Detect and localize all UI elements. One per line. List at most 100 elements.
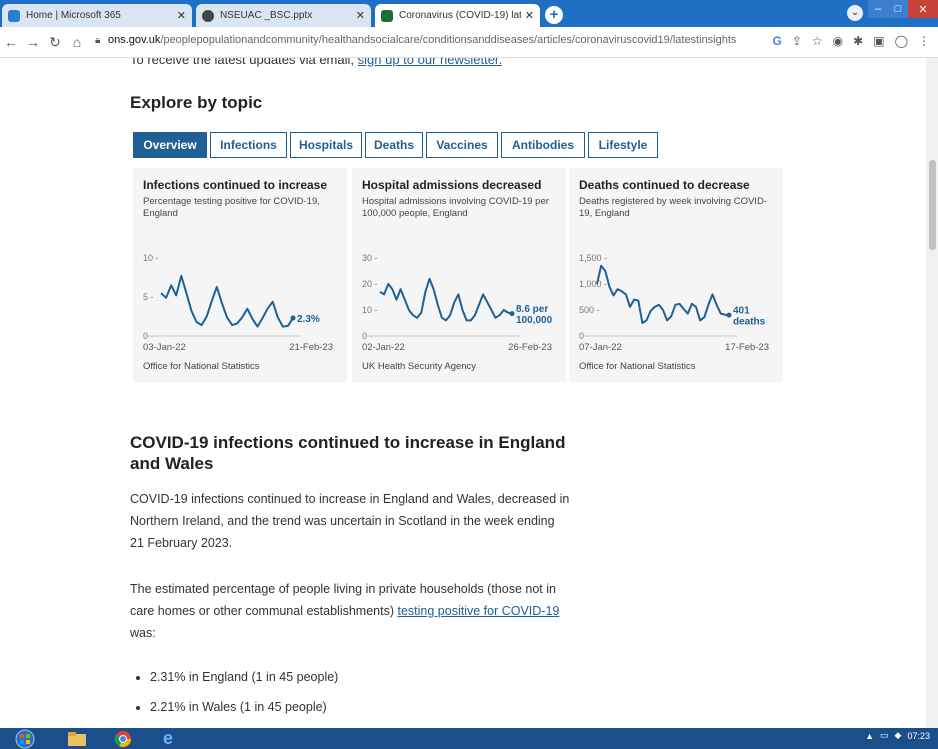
- series-line: [379, 277, 513, 322]
- data-label: 8.6 per: [516, 304, 548, 315]
- browser-tab-strip: Home | Microsoft 365 ✕ NSEUAC _BSC.pptx …: [0, 0, 938, 27]
- newsletter-link[interactable]: sign up to our newsletter.: [358, 58, 503, 67]
- explore-heading: Explore by topic: [130, 93, 263, 112]
- forward-arrow-icon[interactable]: →: [22, 34, 44, 50]
- system-tray: ▲ ▭ ◆ 07:23: [865, 730, 930, 741]
- x-tick-label: 07-Jan-22: [579, 342, 622, 353]
- scrollbar[interactable]: [926, 58, 938, 728]
- close-tab-icon[interactable]: ✕: [356, 9, 365, 22]
- testing-positive-link[interactable]: testing positive for COVID-19: [397, 604, 559, 618]
- y-tick-label: 20 -: [362, 279, 378, 289]
- paragraph-1: COVID-19 infections continued to increas…: [130, 492, 570, 550]
- maximize-button[interactable]: □: [888, 0, 908, 18]
- profile-icon[interactable]: ◯: [895, 34, 908, 48]
- y-tick-label: 1,000 -: [579, 279, 607, 289]
- list-item: 2.31% in England (1 in 45 people): [150, 665, 338, 695]
- paragraph-2: The estimated percentage of people livin…: [130, 578, 570, 644]
- section-heading: COVID-19 infections continued to increas…: [130, 433, 566, 473]
- address-bar[interactable]: ons.gov.uk/peoplepopulationandcommunity/…: [108, 34, 736, 46]
- newsletter-text: To receive the latest updates via email,: [130, 58, 358, 67]
- tab-overview[interactable]: Overview: [133, 132, 207, 158]
- infections-chart: 0 -5 -10 -03-Jan-22 21-Feb-232.3%: [143, 253, 333, 353]
- data-label: 100,000: [516, 315, 553, 326]
- x-tick-label: 26-Feb-23: [508, 342, 552, 353]
- card-subtitle: Hospital admissions involving COVID-19 p…: [362, 196, 549, 219]
- browser-tab-title: Coronavirus (COVID-19) latest in: [399, 10, 521, 21]
- clock[interactable]: 07:23: [907, 731, 930, 741]
- network-icon[interactable]: ▭: [880, 730, 889, 741]
- deaths-card[interactable]: Deaths continued to decrease Deaths regi…: [569, 168, 783, 382]
- tab-search-chevron-icon[interactable]: ⌄: [847, 5, 863, 21]
- series-end-point: [726, 312, 732, 318]
- card-source: Office for National Statistics: [143, 361, 260, 372]
- tab-deaths[interactable]: Deaths: [365, 132, 423, 158]
- tray-up-arrow-icon[interactable]: ▲: [865, 731, 874, 741]
- page-content: To receive the latest updates via email,…: [0, 58, 938, 728]
- google-icon[interactable]: G: [773, 34, 782, 48]
- tab-lifestyle[interactable]: Lifestyle: [588, 132, 658, 158]
- browser-tab-pptx[interactable]: NSEUAC _BSC.pptx ✕: [196, 4, 371, 27]
- topic-tabs: Overview Infections Hospitals Deaths Vac…: [133, 132, 661, 158]
- chrome-icon[interactable]: [110, 728, 136, 749]
- puzzle-icon[interactable]: ✱: [853, 34, 863, 48]
- tab-vaccines[interactable]: Vaccines: [426, 132, 498, 158]
- back-arrow-icon[interactable]: ←: [0, 34, 22, 50]
- close-tab-icon[interactable]: ✕: [525, 9, 534, 22]
- y-tick-label: 500 -: [579, 305, 600, 315]
- new-tab-button[interactable]: +: [545, 6, 563, 24]
- data-label: deaths: [733, 317, 766, 328]
- y-tick-label: 1,500 -: [579, 253, 607, 263]
- card-title: Infections continued to increase: [143, 178, 328, 192]
- x-tick-label: 21-Feb-23: [289, 342, 333, 353]
- infections-card[interactable]: Infections continued to increase Percent…: [133, 168, 347, 382]
- reload-icon[interactable]: ↻: [44, 34, 66, 51]
- y-tick-label: 10 -: [143, 253, 159, 263]
- home-icon[interactable]: ⌂: [66, 34, 88, 50]
- browser-tab-microsoft365[interactable]: Home | Microsoft 365 ✕: [2, 4, 192, 27]
- card-source: UK Health Security Agency: [362, 361, 477, 372]
- sidepanel-icon[interactable]: ▣: [873, 34, 884, 48]
- scrollbar-thumb[interactable]: [929, 160, 936, 250]
- url-host: ons.gov.uk: [108, 34, 161, 46]
- card-subtitle: Deaths registered by week involving COVI…: [579, 196, 767, 219]
- tab-hospitals[interactable]: Hospitals: [290, 132, 362, 158]
- start-button-icon[interactable]: [12, 728, 38, 749]
- y-tick-label: 5 -: [143, 292, 154, 302]
- tab-antibodies[interactable]: Antibodies: [501, 132, 585, 158]
- x-tick-label: 17-Feb-23: [725, 342, 769, 353]
- close-tab-icon[interactable]: ✕: [177, 9, 186, 22]
- tab-infections[interactable]: Infections: [210, 132, 287, 158]
- x-tick-label: 03-Jan-22: [143, 342, 186, 353]
- close-window-button[interactable]: ✕: [908, 0, 938, 18]
- card-title: Hospital admissions decreased: [362, 178, 542, 192]
- share-icon[interactable]: ⇪: [792, 34, 802, 48]
- lock-icon[interactable]: 🔒︎: [95, 35, 100, 46]
- extension-icon[interactable]: ◉: [833, 34, 843, 48]
- x-tick-label: 02-Jan-22: [362, 342, 405, 353]
- browser-tab-title: NSEUAC _BSC.pptx: [220, 10, 313, 21]
- microsoft-365-icon: [8, 9, 20, 22]
- volume-icon[interactable]: ◆: [895, 730, 902, 741]
- menu-kebab-icon[interactable]: ⋮: [918, 34, 930, 48]
- list-item: 2.21% in Wales (1 in 45 people): [150, 695, 338, 725]
- ons-logo-icon: [381, 9, 393, 22]
- series-line: [160, 274, 294, 328]
- paragraph-2-tail: was:: [130, 626, 156, 640]
- browser-tab-title: Home | Microsoft 365: [26, 10, 121, 21]
- windows-taskbar: e ▲ ▭ ◆ 07:23: [0, 728, 938, 749]
- file-explorer-icon[interactable]: [64, 728, 90, 749]
- series-line: [596, 264, 730, 324]
- y-tick-label: 30 -: [362, 253, 378, 263]
- bookmark-star-icon[interactable]: ☆: [812, 34, 823, 48]
- hospital-card[interactable]: Hospital admissions decreased Hospital a…: [352, 168, 566, 382]
- rates-list: 2.31% in England (1 in 45 people) 2.21% …: [130, 665, 338, 725]
- newsletter-line: To receive the latest updates via email,…: [130, 58, 502, 67]
- deaths-chart: 0 -500 -1,000 -1,500 -07-Jan-22 17-Feb-23…: [579, 253, 769, 353]
- minimize-button[interactable]: –: [868, 0, 888, 18]
- card-title: Deaths continued to decrease: [579, 178, 750, 192]
- data-label: 2.3%: [297, 314, 320, 325]
- y-tick-label: 10 -: [362, 305, 378, 315]
- browser-tab-ons[interactable]: Coronavirus (COVID-19) latest in ✕: [375, 4, 540, 27]
- series-end-point: [509, 311, 515, 317]
- internet-explorer-icon[interactable]: e: [155, 728, 181, 749]
